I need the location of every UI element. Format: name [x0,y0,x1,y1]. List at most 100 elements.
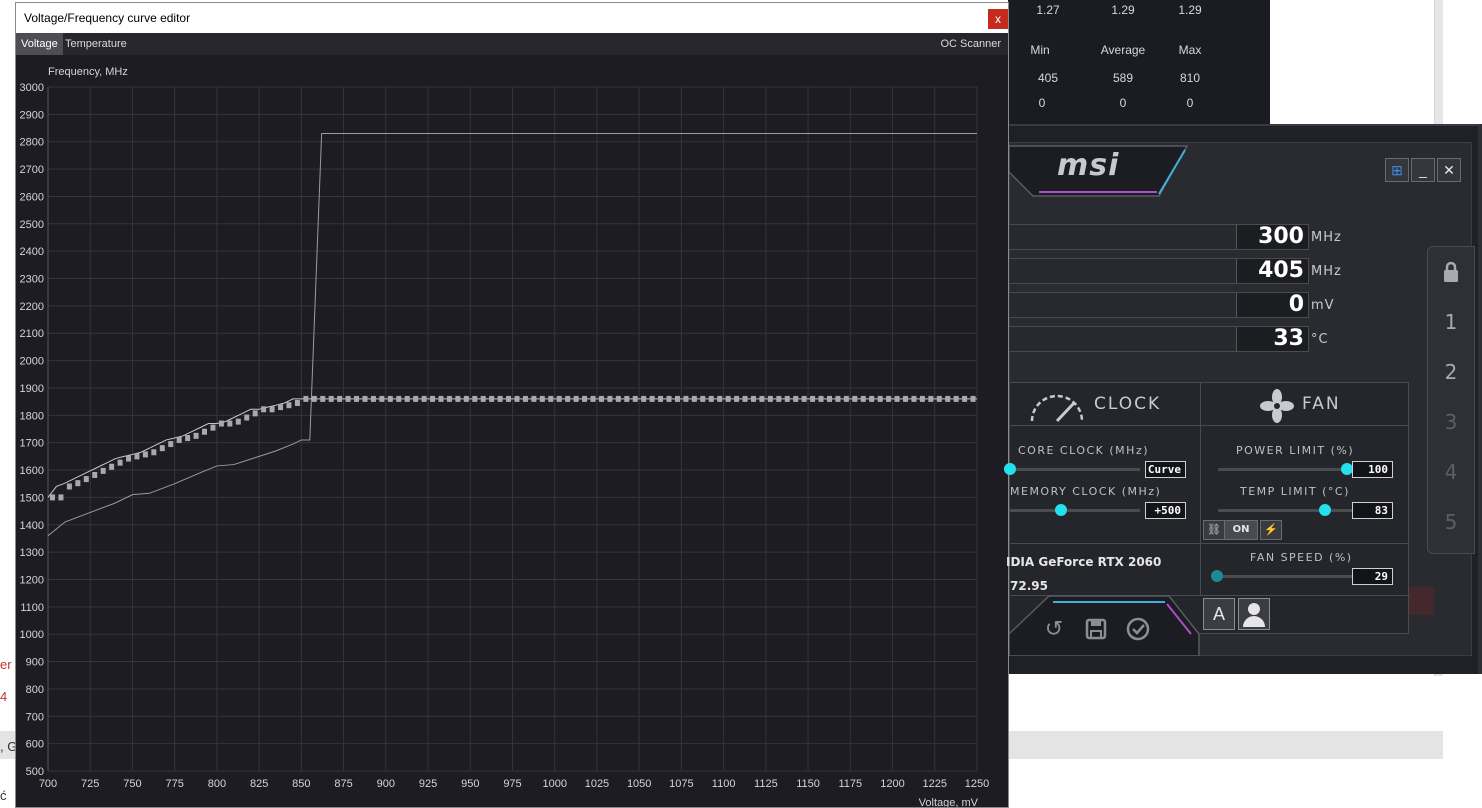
curve-point[interactable] [902,395,908,402]
curve-point[interactable] [590,395,596,402]
profile-4-button[interactable]: 4 [1428,447,1474,497]
curve-point[interactable] [142,451,148,458]
curve-point[interactable] [185,435,191,442]
curve-point[interactable] [278,404,284,411]
temp-limit-slider[interactable] [1218,509,1354,512]
curve-point[interactable] [632,395,638,402]
curve-point[interactable] [75,480,81,487]
curve-point[interactable] [294,400,300,407]
curve-point[interactable] [852,395,858,402]
curve-point[interactable] [202,428,208,435]
curve-point[interactable] [624,395,630,402]
curve-point[interactable] [818,395,824,402]
profile-3-button[interactable]: 3 [1428,397,1474,447]
curve-point[interactable] [497,395,503,402]
power-limit-slider[interactable] [1218,468,1354,471]
curve-point[interactable] [911,395,917,402]
curve-point[interactable] [531,395,537,402]
curve-point[interactable] [286,402,292,409]
curve-point[interactable] [404,395,410,402]
curve-point[interactable] [261,406,267,413]
curve-point[interactable] [345,395,351,402]
curve-point[interactable] [826,395,832,402]
curve-point[interactable] [159,445,165,452]
curve-point[interactable] [573,395,579,402]
curve-point[interactable] [734,395,740,402]
curve-point[interactable] [311,395,317,402]
curve-point[interactable] [176,436,182,443]
curve-point[interactable] [151,449,157,456]
curve-point[interactable] [100,467,106,474]
curve-point[interactable] [658,395,664,402]
curve-point[interactable] [134,453,140,460]
curve-point[interactable] [50,494,55,501]
fan-speed-value[interactable]: 29 [1352,568,1393,585]
tab-oc-scanner[interactable]: OC Scanner [935,33,1006,55]
curve-point[interactable] [674,395,680,402]
curve-point[interactable] [548,395,554,402]
curve-point[interactable] [860,395,866,402]
curve-point[interactable] [320,395,326,402]
curve-point[interactable] [92,471,98,478]
curve-point[interactable] [843,395,849,402]
curve-point[interactable] [810,395,816,402]
windows-icon[interactable]: ⊞ [1385,158,1409,182]
curve-point[interactable] [607,395,613,402]
core-clock-knob[interactable] [1004,463,1016,475]
curve-point[interactable] [455,395,461,402]
curve-point[interactable] [565,395,571,402]
curve-point[interactable] [362,395,368,402]
curve-point[interactable] [227,420,233,427]
curve-point[interactable] [750,395,756,402]
profile-5-button[interactable]: 5 [1428,497,1474,547]
reset-icon[interactable]: ↺ [1039,614,1069,644]
curve-point[interactable] [337,395,343,402]
curve-point[interactable] [886,395,892,402]
curve-point[interactable] [936,395,942,402]
curve-point[interactable] [430,395,436,402]
curve-point[interactable] [506,395,512,402]
curve-point[interactable] [117,459,123,466]
curve-point[interactable] [767,395,773,402]
curve-point[interactable] [928,395,934,402]
curve-point[interactable] [793,395,799,402]
power-limit-value[interactable]: 100 [1352,461,1393,478]
curve-point[interactable] [387,395,393,402]
curve-point[interactable] [725,395,731,402]
editor-titlebar[interactable]: Voltage/Frequency curve editor x [16,3,1008,33]
curve-point[interactable] [835,395,841,402]
curve-point[interactable] [953,395,959,402]
core-clock-slider[interactable] [1010,468,1140,471]
curve-point[interactable] [556,395,562,402]
curve-point[interactable] [582,395,588,402]
curve-point[interactable] [742,395,748,402]
curve-point[interactable] [514,395,520,402]
close-icon[interactable]: ✕ [1437,158,1461,182]
memory-clock-knob[interactable] [1055,504,1067,516]
minimize-button[interactable]: _ [1411,158,1435,182]
curve-point[interactable] [717,395,723,402]
link-icon[interactable]: ⛓ [1203,520,1225,540]
temp-limit-value[interactable]: 83 [1352,502,1393,519]
curve-point[interactable] [58,494,64,501]
curve-point[interactable] [463,395,469,402]
memory-clock-value[interactable]: +500 [1145,502,1186,519]
curve-point[interactable] [446,395,452,402]
curve-point[interactable] [894,395,900,402]
curve-point[interactable] [759,395,765,402]
temp-limit-knob[interactable] [1319,504,1331,516]
curve-point[interactable] [354,395,360,402]
tab-voltage[interactable]: Voltage [16,33,63,55]
curve-point[interactable] [776,395,782,402]
curve-point[interactable] [328,395,334,402]
curve-point[interactable] [379,395,385,402]
curve-point[interactable] [421,395,427,402]
memory-clock-slider[interactable] [1010,509,1140,512]
user-icon[interactable] [1238,598,1270,630]
curve-point[interactable] [109,463,115,470]
profile-2-button[interactable]: 2 [1428,347,1474,397]
apply-check-icon[interactable] [1123,614,1153,644]
curve-point[interactable] [269,406,275,413]
tab-temperature[interactable]: Temperature [60,33,132,55]
curve-point[interactable] [396,395,402,402]
